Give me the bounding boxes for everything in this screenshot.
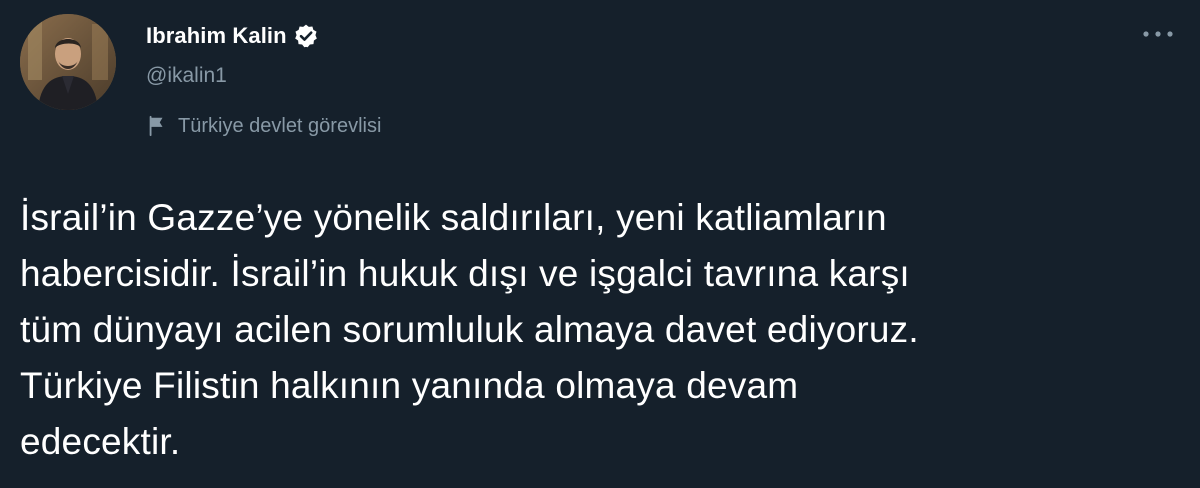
- tweet-text: İsrail’in Gazze’ye yönelik saldırıları, …: [20, 197, 919, 462]
- more-horizontal-icon: [1143, 31, 1173, 37]
- author-name-row: Ibrahim Kalin: [146, 20, 319, 52]
- avatar-photo: [20, 14, 116, 110]
- account-label[interactable]: Türkiye devlet görevlisi: [146, 112, 381, 140]
- verified-badge-icon: [293, 23, 319, 49]
- author-display-name[interactable]: Ibrahim Kalin: [146, 23, 287, 49]
- avatar[interactable]: [20, 14, 116, 110]
- flag-icon: [146, 115, 168, 137]
- account-label-text: Türkiye devlet görevlisi: [178, 114, 382, 137]
- tweet-card: Ibrahim Kalin @ikalin1 Türkiye devlet gö…: [0, 0, 1200, 488]
- author-handle[interactable]: @ikalin1: [146, 64, 227, 88]
- more-options-button[interactable]: [1138, 20, 1178, 48]
